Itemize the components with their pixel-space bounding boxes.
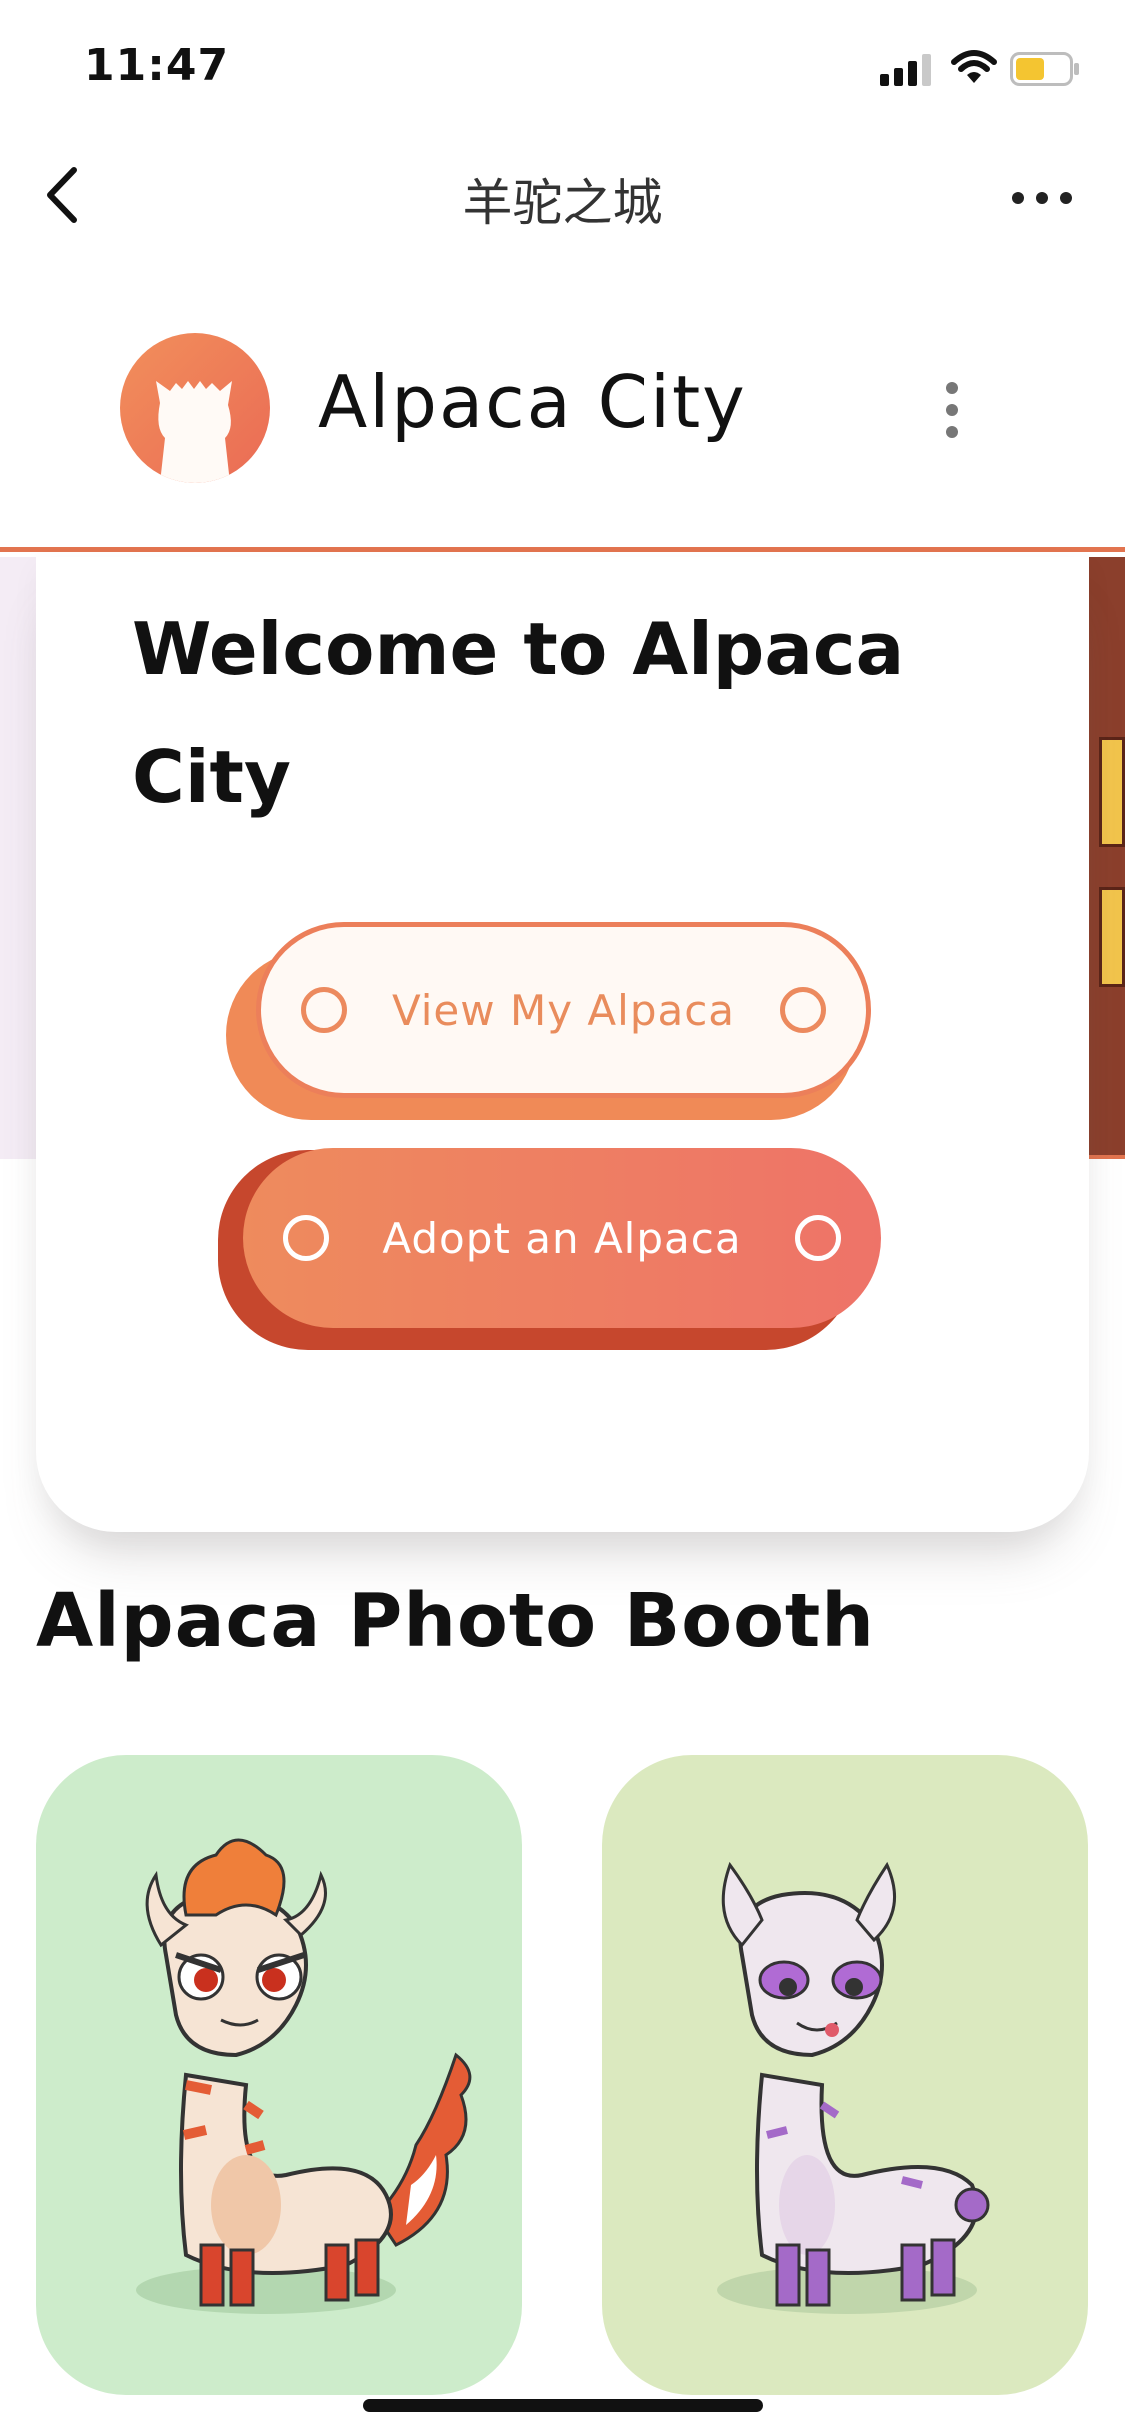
hero-divider xyxy=(1085,1155,1125,1159)
photo-booth-title: Alpaca Photo Booth xyxy=(36,1578,875,1664)
ring-icon xyxy=(795,1215,841,1261)
alpaca-photo-tile[interactable] xyxy=(36,1755,522,2395)
header-title: Alpaca City xyxy=(318,360,747,444)
battery-icon xyxy=(1010,52,1079,86)
alpaca-logo-icon[interactable] xyxy=(120,333,270,483)
alpaca-red-icon xyxy=(136,1838,472,2314)
nav-title: 羊驼之城 xyxy=(462,174,663,232)
more-horizontal-icon[interactable] xyxy=(1010,176,1074,220)
view-my-alpaca-label: View My Alpaca xyxy=(391,985,736,1035)
alpaca-photo-tile[interactable] xyxy=(602,1755,1088,2395)
view-my-alpaca-button[interactable]: View My Alpaca xyxy=(256,922,871,1098)
adopt-an-alpaca-label: Adopt an Alpaca xyxy=(382,1213,742,1263)
signal-icon xyxy=(880,54,931,86)
alpaca-purple-icon xyxy=(717,1861,990,2314)
welcome-title: Welcome to Alpaca City xyxy=(132,607,905,819)
ring-icon xyxy=(283,1215,329,1261)
status-time: 11:47 xyxy=(84,40,230,91)
home-indicator[interactable] xyxy=(363,2399,763,2412)
ring-icon xyxy=(301,987,347,1033)
adopt-an-alpaca-button[interactable]: Adopt an Alpaca xyxy=(243,1148,881,1328)
wifi-icon xyxy=(951,50,997,83)
more-vertical-icon[interactable] xyxy=(940,380,964,440)
hero-background-right xyxy=(1085,557,1125,1159)
ring-icon xyxy=(780,987,826,1033)
